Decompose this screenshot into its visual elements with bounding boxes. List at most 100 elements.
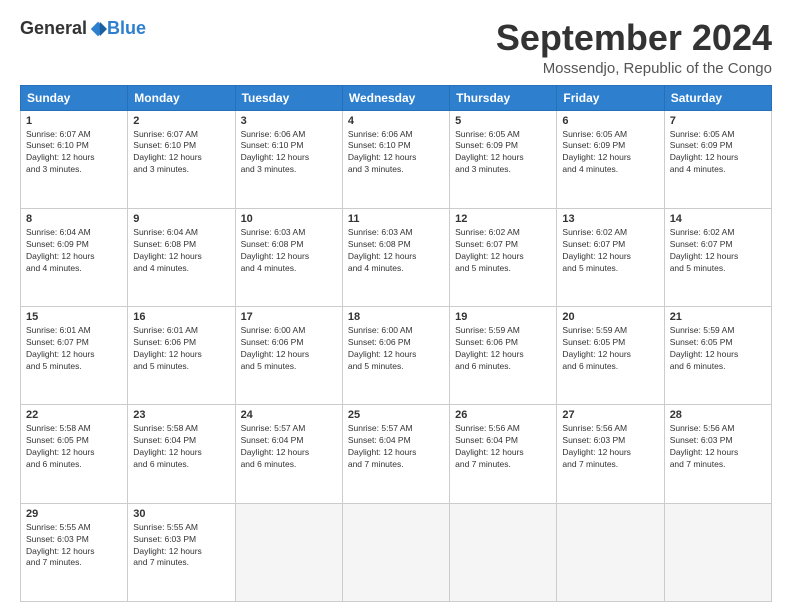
day-info: Sunrise: 6:01 AM Sunset: 6:06 PM Dayligh… bbox=[133, 325, 229, 373]
day-info: Sunrise: 6:00 AM Sunset: 6:06 PM Dayligh… bbox=[241, 325, 337, 373]
day-info: Sunrise: 6:04 AM Sunset: 6:09 PM Dayligh… bbox=[26, 227, 122, 275]
day-info: Sunrise: 6:02 AM Sunset: 6:07 PM Dayligh… bbox=[562, 227, 658, 275]
day-number: 14 bbox=[670, 213, 766, 225]
day-info: Sunrise: 6:05 AM Sunset: 6:09 PM Dayligh… bbox=[670, 129, 766, 177]
weekday-header-cell: Monday bbox=[128, 85, 235, 110]
day-info: Sunrise: 5:55 AM Sunset: 6:03 PM Dayligh… bbox=[26, 522, 122, 570]
day-number: 24 bbox=[241, 409, 337, 421]
calendar-day-cell: 3Sunrise: 6:06 AM Sunset: 6:10 PM Daylig… bbox=[235, 110, 342, 208]
logo-general: General bbox=[20, 18, 87, 39]
day-number: 15 bbox=[26, 311, 122, 323]
calendar-week-row: 8Sunrise: 6:04 AM Sunset: 6:09 PM Daylig… bbox=[21, 208, 772, 306]
calendar-week-row: 22 Sunrise: 5:58 AM Sunset: 6:05 PM Dayli… bbox=[21, 405, 772, 503]
calendar-day-cell: 25 Sunrise: 5:57 AM Sunset: 6:04 PM Dayli… bbox=[342, 405, 449, 503]
day-number: 13 bbox=[562, 213, 658, 225]
day-number: 18 bbox=[348, 311, 444, 323]
day-info: Sunrise: 6:07 AM Sunset: 6:10 PM Dayligh… bbox=[26, 129, 122, 177]
calendar-day-cell: 7 Sunrise: 6:05 AM Sunset: 6:09 PM Daylig… bbox=[664, 110, 771, 208]
location-title: Mossendjo, Republic of the Congo bbox=[496, 60, 772, 77]
day-info: Sunrise: 5:56 AM Sunset: 6:03 PM Dayligh… bbox=[562, 423, 658, 471]
calendar-day-cell: 15 Sunrise: 6:01 AM Sunset: 6:07 PM Dayli… bbox=[21, 307, 128, 405]
day-number: 7 bbox=[670, 115, 766, 127]
day-number: 17 bbox=[241, 311, 337, 323]
day-number: 5 bbox=[455, 115, 551, 127]
calendar-day-cell: 18 Sunrise: 6:00 AM Sunset: 6:06 PM Dayli… bbox=[342, 307, 449, 405]
calendar-day-cell bbox=[450, 503, 557, 601]
calendar-day-cell: 17 Sunrise: 6:00 AM Sunset: 6:06 PM Dayli… bbox=[235, 307, 342, 405]
day-info: Sunrise: 6:05 AM Sunset: 6:09 PM Dayligh… bbox=[455, 129, 551, 177]
day-number: 28 bbox=[670, 409, 766, 421]
calendar-day-cell: 19 Sunrise: 5:59 AM Sunset: 6:06 PM Dayli… bbox=[450, 307, 557, 405]
day-number: 20 bbox=[562, 311, 658, 323]
weekday-header-row: SundayMondayTuesdayWednesdayThursdayFrid… bbox=[21, 85, 772, 110]
logo-blue: Blue bbox=[107, 18, 146, 39]
day-info: Sunrise: 6:06 AM Sunset: 6:10 PM Dayligh… bbox=[348, 129, 444, 177]
day-number: 19 bbox=[455, 311, 551, 323]
calendar-week-row: 1 Sunrise: 6:07 AM Sunset: 6:10 PM Daylig… bbox=[21, 110, 772, 208]
calendar-day-cell bbox=[342, 503, 449, 601]
day-number: 11 bbox=[348, 213, 444, 225]
day-number: 21 bbox=[670, 311, 766, 323]
day-number: 6 bbox=[562, 115, 658, 127]
day-number: 30 bbox=[133, 508, 229, 520]
calendar-day-cell: 13 Sunrise: 6:02 AM Sunset: 6:07 PM Dayli… bbox=[557, 208, 664, 306]
day-number: 23 bbox=[133, 409, 229, 421]
day-number: 25 bbox=[348, 409, 444, 421]
day-info: Sunrise: 6:01 AM Sunset: 6:07 PM Dayligh… bbox=[26, 325, 122, 373]
calendar-day-cell: 11 Sunrise: 6:03 AM Sunset: 6:08 PM Dayli… bbox=[342, 208, 449, 306]
day-number: 22 bbox=[26, 409, 122, 421]
calendar-day-cell: 30 Sunrise: 5:55 AM Sunset: 6:03 PM Dayli… bbox=[128, 503, 235, 601]
day-info: Sunrise: 5:56 AM Sunset: 6:04 PM Dayligh… bbox=[455, 423, 551, 471]
day-info: Sunrise: 5:57 AM Sunset: 6:04 PM Dayligh… bbox=[348, 423, 444, 471]
calendar-day-cell: 1 Sunrise: 6:07 AM Sunset: 6:10 PM Daylig… bbox=[21, 110, 128, 208]
calendar-day-cell: 29 Sunrise: 5:55 AM Sunset: 6:03 PM Dayli… bbox=[21, 503, 128, 601]
day-number: 1 bbox=[26, 115, 122, 127]
calendar-day-cell: 2 Sunrise: 6:07 AM Sunset: 6:10 PM Daylig… bbox=[128, 110, 235, 208]
day-number: 10 bbox=[241, 213, 337, 225]
calendar-day-cell: 9Sunrise: 6:04 AM Sunset: 6:08 PM Daylig… bbox=[128, 208, 235, 306]
day-number: 26 bbox=[455, 409, 551, 421]
day-info: Sunrise: 6:07 AM Sunset: 6:10 PM Dayligh… bbox=[133, 129, 229, 177]
calendar-day-cell bbox=[664, 503, 771, 601]
weekday-header-cell: Saturday bbox=[664, 85, 771, 110]
logo: General Blue bbox=[20, 18, 146, 39]
calendar-day-cell: 16 Sunrise: 6:01 AM Sunset: 6:06 PM Dayli… bbox=[128, 307, 235, 405]
calendar-day-cell: 8Sunrise: 6:04 AM Sunset: 6:09 PM Daylig… bbox=[21, 208, 128, 306]
calendar-day-cell bbox=[235, 503, 342, 601]
day-number: 16 bbox=[133, 311, 229, 323]
calendar-page: General Blue September 2024 Mossendjo, R… bbox=[0, 0, 792, 612]
day-info: Sunrise: 5:58 AM Sunset: 6:05 PM Dayligh… bbox=[26, 423, 122, 471]
calendar-week-row: 15 Sunrise: 6:01 AM Sunset: 6:07 PM Dayli… bbox=[21, 307, 772, 405]
day-number: 12 bbox=[455, 213, 551, 225]
day-info: Sunrise: 6:03 AM Sunset: 6:08 PM Dayligh… bbox=[241, 227, 337, 275]
day-number: 4 bbox=[348, 115, 444, 127]
calendar-day-cell: 23Sunrise: 5:58 AM Sunset: 6:04 PM Dayli… bbox=[128, 405, 235, 503]
calendar-day-cell: 4 Sunrise: 6:06 AM Sunset: 6:10 PM Daylig… bbox=[342, 110, 449, 208]
day-info: Sunrise: 6:02 AM Sunset: 6:07 PM Dayligh… bbox=[455, 227, 551, 275]
weekday-header-cell: Thursday bbox=[450, 85, 557, 110]
calendar-day-cell: 21 Sunrise: 5:59 AM Sunset: 6:05 PM Dayli… bbox=[664, 307, 771, 405]
calendar-day-cell: 26 Sunrise: 5:56 AM Sunset: 6:04 PM Dayli… bbox=[450, 405, 557, 503]
day-info: Sunrise: 6:05 AM Sunset: 6:09 PM Dayligh… bbox=[562, 129, 658, 177]
logo-text: General Blue bbox=[20, 18, 146, 39]
calendar-week-row: 29 Sunrise: 5:55 AM Sunset: 6:03 PM Dayli… bbox=[21, 503, 772, 601]
day-info: Sunrise: 5:56 AM Sunset: 6:03 PM Dayligh… bbox=[670, 423, 766, 471]
calendar-day-cell: 20Sunrise: 5:59 AM Sunset: 6:05 PM Dayli… bbox=[557, 307, 664, 405]
month-title: September 2024 bbox=[496, 18, 772, 58]
day-info: Sunrise: 5:59 AM Sunset: 6:05 PM Dayligh… bbox=[670, 325, 766, 373]
calendar-day-cell: 27Sunrise: 5:56 AM Sunset: 6:03 PM Dayli… bbox=[557, 405, 664, 503]
day-info: Sunrise: 5:55 AM Sunset: 6:03 PM Dayligh… bbox=[133, 522, 229, 570]
day-info: Sunrise: 6:06 AM Sunset: 6:10 PM Dayligh… bbox=[241, 129, 337, 177]
day-number: 2 bbox=[133, 115, 229, 127]
calendar-day-cell: 22 Sunrise: 5:58 AM Sunset: 6:05 PM Dayli… bbox=[21, 405, 128, 503]
day-info: Sunrise: 6:04 AM Sunset: 6:08 PM Dayligh… bbox=[133, 227, 229, 275]
logo-icon bbox=[89, 20, 107, 38]
day-number: 29 bbox=[26, 508, 122, 520]
day-info: Sunrise: 6:03 AM Sunset: 6:08 PM Dayligh… bbox=[348, 227, 444, 275]
calendar-day-cell: 28 Sunrise: 5:56 AM Sunset: 6:03 PM Dayli… bbox=[664, 405, 771, 503]
day-info: Sunrise: 6:00 AM Sunset: 6:06 PM Dayligh… bbox=[348, 325, 444, 373]
day-info: Sunrise: 5:59 AM Sunset: 6:06 PM Dayligh… bbox=[455, 325, 551, 373]
title-block: September 2024 Mossendjo, Republic of th… bbox=[496, 18, 772, 77]
day-info: Sunrise: 6:02 AM Sunset: 6:07 PM Dayligh… bbox=[670, 227, 766, 275]
weekday-header-cell: Tuesday bbox=[235, 85, 342, 110]
